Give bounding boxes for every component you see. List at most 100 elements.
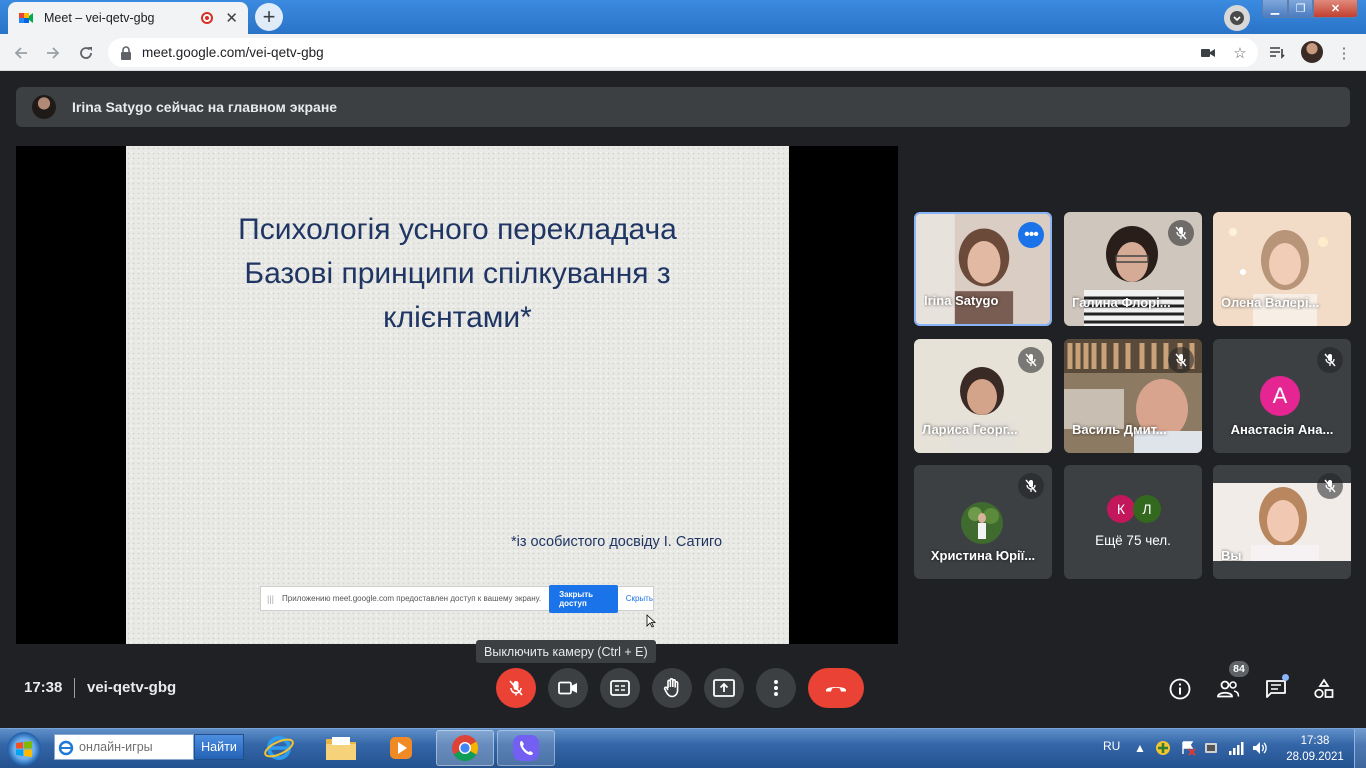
- window-close-button[interactable]: ✕: [1313, 0, 1358, 18]
- divider: [74, 678, 75, 698]
- more-options-button[interactable]: [756, 668, 796, 708]
- toggle-camera-button[interactable]: [548, 668, 588, 708]
- hand-icon: [663, 678, 679, 698]
- participant-name: Христина Юрії...: [930, 548, 1036, 563]
- meeting-details-button[interactable]: [1167, 676, 1193, 702]
- taskbar-chrome[interactable]: [436, 730, 494, 766]
- camera-icon: [558, 681, 577, 695]
- camera-tooltip: Выключить камеру (Ctrl + E): [476, 640, 656, 663]
- address-bar[interactable]: meet.google.com/vei-qetv-gbg: [108, 38, 1258, 67]
- closed-captions-icon: [610, 680, 630, 696]
- meeting-time: 17:38: [24, 679, 63, 696]
- stop-sharing-button[interactable]: Закрыть доступ: [549, 584, 618, 613]
- leave-call-button[interactable]: [808, 668, 864, 708]
- participant-name: Irina Satygo: [924, 293, 999, 308]
- participant-name: Лариса Георг...: [922, 422, 1018, 437]
- network-signal-icon[interactable]: [1228, 740, 1244, 756]
- more-participants-label: Ещё 75 чел.: [1095, 533, 1171, 548]
- tray-app-icon[interactable]: [1155, 740, 1171, 756]
- tray-security-icon[interactable]: [1180, 740, 1196, 756]
- taskbar-ie[interactable]: [250, 730, 308, 766]
- presenter-avatar: [32, 95, 56, 119]
- new-tab-button[interactable]: +: [255, 3, 283, 31]
- window-minimize-button[interactable]: ▁: [1262, 0, 1288, 18]
- back-button[interactable]: [8, 40, 34, 66]
- hang-up-icon: [826, 687, 846, 692]
- participant-name: Галина Флорі...: [1072, 295, 1171, 310]
- recording-indicator-icon: [201, 12, 214, 24]
- muted-mic-icon: [1168, 347, 1194, 373]
- folder-icon: [326, 737, 356, 760]
- participant-tile[interactable]: ••• Irina Satygo: [914, 212, 1052, 326]
- raise-hand-button[interactable]: [652, 668, 692, 708]
- present-icon: [713, 679, 735, 697]
- tab-search-button[interactable]: [1224, 5, 1250, 31]
- arrow-left-icon: [14, 47, 27, 59]
- clock-date: 28.09.2021: [1286, 751, 1344, 763]
- slide-title-line-2: Базові принципи спілкування з: [244, 257, 671, 290]
- volume-icon[interactable]: [1252, 740, 1268, 756]
- more-participants-tile[interactable]: К Л Ещё 75 чел.: [1064, 465, 1202, 579]
- participant-tile[interactable]: A Анастасія Ана...: [1213, 339, 1351, 453]
- taskbar-media-player[interactable]: [372, 730, 430, 766]
- people-button[interactable]: [1215, 676, 1241, 702]
- tray-expand-icon[interactable]: ▲: [1132, 740, 1148, 756]
- toggle-mic-button[interactable]: [496, 668, 536, 708]
- self-view-tile[interactable]: Вы: [1213, 465, 1351, 579]
- taskbar-search-input[interactable]: онлайн-игры: [54, 734, 194, 760]
- keyboard-language[interactable]: RU: [1103, 739, 1120, 753]
- participant-tile[interactable]: Олена Валері...: [1213, 212, 1351, 326]
- arrow-right-icon: [47, 47, 60, 59]
- system-clock[interactable]: 17:38 28.09.2021: [1286, 733, 1344, 765]
- participant-tile[interactable]: Галина Флорі...: [1064, 212, 1202, 326]
- taskbar-viber[interactable]: [497, 730, 555, 766]
- presenter-banner-text: Irina Satygo сейчас на главном экране: [72, 99, 338, 115]
- start-button[interactable]: [4, 730, 44, 768]
- present-screen-button[interactable]: [704, 668, 744, 708]
- participant-tile[interactable]: Христина Юрії...: [914, 465, 1052, 579]
- captions-button[interactable]: [600, 668, 640, 708]
- window-restore-button[interactable]: ❐: [1288, 0, 1313, 18]
- mic-off-icon: [509, 680, 523, 696]
- chrome-icon: [452, 735, 479, 762]
- tab-close-icon[interactable]: ✕: [225, 9, 238, 27]
- reading-list-icon[interactable]: [1268, 43, 1288, 63]
- meet-icon: [19, 13, 33, 23]
- taskbar-search-button[interactable]: Найти: [194, 734, 244, 760]
- meeting-code: vei-qetv-gbg: [87, 679, 177, 696]
- bookmark-star-icon[interactable]: ☆: [1230, 43, 1250, 63]
- internet-explorer-icon: [264, 736, 294, 760]
- drag-handle-icon[interactable]: |||: [267, 594, 274, 604]
- participant-name: Вы: [1221, 548, 1242, 563]
- windows-logo-icon: [16, 741, 32, 757]
- muted-mic-icon: [1317, 347, 1343, 373]
- slide-title-line-3: клієнтами*: [383, 301, 532, 334]
- muted-mic-icon: [1317, 473, 1343, 499]
- participant-tile[interactable]: Лариса Георг...: [914, 339, 1052, 453]
- presentation-stage: Психологія усного перекладача Базові при…: [16, 146, 898, 644]
- slide-title-line-1: Психологія усного перекладача: [238, 213, 677, 246]
- people-icon: [1217, 680, 1240, 698]
- show-desktop-button[interactable]: [1354, 729, 1366, 768]
- more-options-icon[interactable]: •••: [1018, 222, 1044, 248]
- activities-icon: [1314, 678, 1334, 699]
- participant-letter-avatar: Л: [1133, 495, 1161, 523]
- participant-name: Василь Дмит...: [1072, 422, 1167, 437]
- forward-button[interactable]: [40, 40, 66, 66]
- activities-button[interactable]: [1311, 676, 1337, 702]
- chrome-menu-icon[interactable]: ⋮: [1334, 43, 1354, 63]
- ie-icon: [58, 740, 74, 756]
- participant-letter-avatar: A: [1260, 376, 1300, 416]
- reload-icon: [80, 47, 92, 59]
- camera-in-use-icon[interactable]: [1198, 43, 1218, 63]
- profile-avatar[interactable]: [1301, 41, 1323, 63]
- clock-time: 17:38: [1300, 735, 1330, 747]
- tray-device-icon[interactable]: [1203, 740, 1219, 756]
- browser-tab-meet[interactable]: Meet – vei-qetv-gbg ✕: [8, 2, 248, 34]
- participant-tile[interactable]: Василь Дмит...: [1064, 339, 1202, 453]
- chevron-down-icon: [1230, 11, 1244, 25]
- chat-unread-dot: [1282, 674, 1289, 681]
- hide-notice-link[interactable]: Скрыть: [626, 594, 653, 603]
- taskbar-explorer[interactable]: [312, 730, 370, 766]
- reload-button[interactable]: [73, 40, 99, 66]
